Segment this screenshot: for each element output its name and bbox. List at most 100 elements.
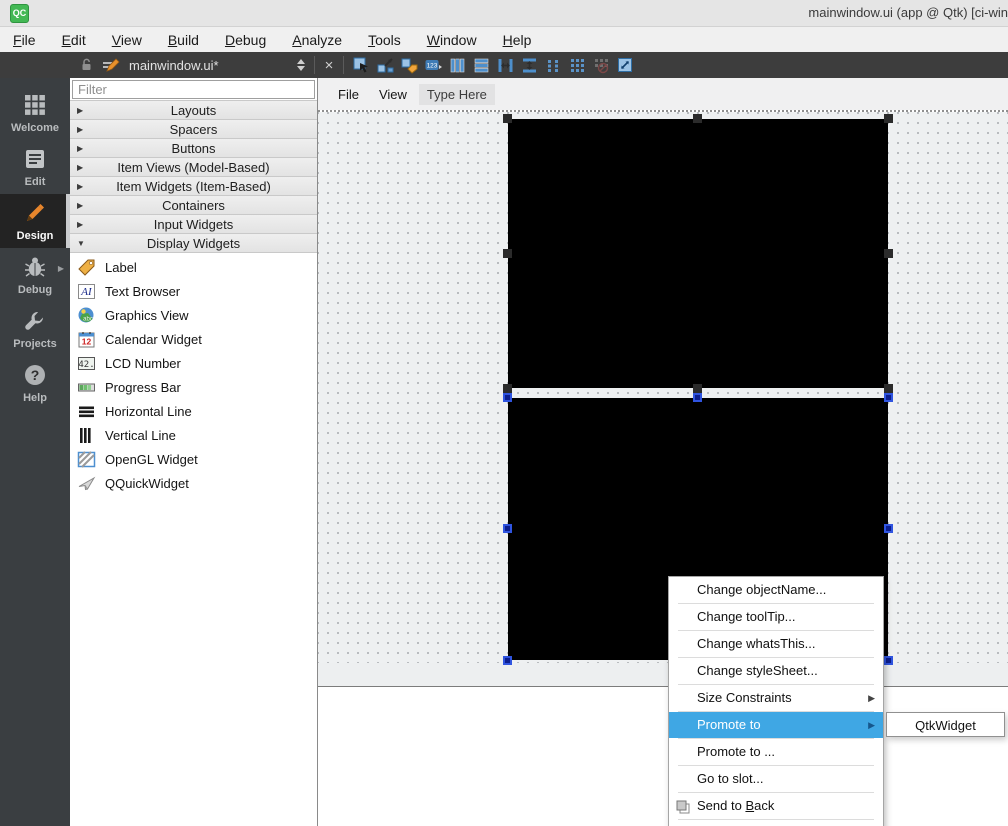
resize-handle[interactable] (884, 249, 893, 258)
adjust-size-icon[interactable] (615, 55, 635, 75)
layout-vertical-icon[interactable] (471, 55, 491, 75)
mode-label: Projects (13, 338, 56, 350)
category-display-widgets[interactable]: ▼Display Widgets (70, 234, 317, 253)
menu-build[interactable]: Build (155, 27, 212, 52)
document-switcher-spinner[interactable] (297, 59, 305, 71)
debug-bug-icon (23, 255, 47, 282)
widget-item-progress-bar[interactable]: Progress Bar (70, 375, 317, 399)
menu-item-promote-to[interactable]: Promote to▶ (669, 712, 883, 738)
qt-creator-window: QC mainwindow.ui (app @ Qtk) [ci-win Fil… (0, 0, 1008, 826)
edit-signals-slots-icon[interactable] (375, 55, 395, 75)
layout-horizontal-splitter-icon[interactable] (495, 55, 515, 75)
resize-handle[interactable] (884, 114, 893, 123)
menu-item-change-tooltip[interactable]: Change toolTip... (669, 604, 883, 630)
svg-text:42.: 42. (78, 360, 94, 370)
category-spacers[interactable]: ▶Spacers (70, 120, 317, 139)
menu-item-size-constraints[interactable]: Size Constraints▶ (669, 685, 883, 711)
graphics-view-icon: abc (77, 306, 96, 325)
resize-handle[interactable] (503, 249, 512, 258)
menu-item-change-whatsthis[interactable]: Change whatsThis... (669, 631, 883, 657)
menu-tools[interactable]: Tools (355, 27, 414, 52)
resize-handle[interactable] (503, 384, 512, 393)
menu-item-change-stylesheet[interactable]: Change styleSheet... (669, 658, 883, 684)
menu-debug[interactable]: Debug (212, 27, 279, 52)
widget-item-calendar[interactable]: 12 Calendar Widget (70, 327, 317, 351)
widget-item-qquickwidget[interactable]: QQuickWidget (70, 471, 317, 495)
form-menu-view[interactable]: View (371, 84, 415, 105)
menu-item-bring-to-front[interactable]: Bring to Front (669, 820, 883, 826)
collapsed-arrow-icon: ▶ (77, 163, 83, 172)
mode-edit[interactable]: Edit (0, 140, 70, 194)
mode-label: Design (17, 230, 54, 242)
layout-horizontal-icon[interactable] (447, 55, 467, 75)
resize-handle[interactable] (503, 393, 512, 402)
mode-design[interactable]: Design (0, 194, 70, 248)
resize-handle[interactable] (693, 114, 702, 123)
resize-handle[interactable] (884, 393, 893, 402)
layout-vertical-splitter-icon[interactable] (519, 55, 539, 75)
collapsed-arrow-icon: ▶ (77, 144, 83, 153)
widget-item-opengl[interactable]: OpenGL Widget (70, 447, 317, 471)
svg-text:12: 12 (82, 336, 92, 346)
menu-item-send-to-back[interactable]: Send to Back (669, 793, 883, 819)
resize-handle[interactable] (693, 393, 702, 402)
break-layout-icon[interactable] (591, 55, 611, 75)
menu-item-go-to-slot[interactable]: Go to slot... (669, 766, 883, 792)
resize-handle[interactable] (884, 384, 893, 393)
collapsed-arrow-icon: ▶ (77, 125, 83, 134)
form-menu-type-here[interactable]: Type Here (419, 84, 495, 105)
open-document-name[interactable]: mainwindow.ui* (129, 58, 297, 73)
resize-handle[interactable] (884, 524, 893, 533)
text-browser-icon: AI (77, 282, 96, 301)
mode-welcome[interactable]: Welcome (0, 86, 70, 140)
category-layouts[interactable]: ▶Layouts (70, 101, 317, 120)
category-buttons[interactable]: ▶Buttons (70, 139, 317, 158)
lcd-icon: 42. (77, 354, 96, 373)
submenu-arrow-icon: ▶ (868, 685, 875, 711)
category-input-widgets[interactable]: ▶Input Widgets (70, 215, 317, 234)
debug-flyout-arrow-icon[interactable]: ▶ (58, 264, 64, 273)
category-item-widgets[interactable]: ▶Item Widgets (Item-Based) (70, 177, 317, 196)
mode-label: Edit (25, 176, 46, 188)
menu-file[interactable]: File (0, 27, 49, 52)
widget-item-text-browser[interactable]: AI Text Browser (70, 279, 317, 303)
widget-item-vertical-line[interactable]: Vertical Line (70, 423, 317, 447)
menu-view[interactable]: View (99, 27, 155, 52)
window-title: mainwindow.ui (app @ Qtk) [ci-win (808, 5, 1008, 20)
menu-item-promote-to-dialog[interactable]: Promote to ... (669, 739, 883, 765)
menu-edit[interactable]: Edit (49, 27, 99, 52)
mode-help[interactable]: ? Help (0, 356, 70, 410)
menu-help[interactable]: Help (490, 27, 545, 52)
promote-to-submenu[interactable]: QtkWidget (886, 712, 1005, 737)
edit-widgets-icon[interactable] (351, 55, 371, 75)
edit-buddies-icon[interactable] (399, 55, 419, 75)
layout-grid-icon[interactable] (567, 55, 587, 75)
resize-handle[interactable] (884, 656, 893, 665)
layout-form-icon[interactable] (543, 55, 563, 75)
resize-handle[interactable] (503, 524, 512, 533)
placeholder-widget-1[interactable] (508, 119, 888, 388)
paper-plane-icon (77, 474, 96, 493)
menu-item-change-objectname[interactable]: Change objectName... (669, 577, 883, 603)
category-containers[interactable]: ▶Containers (70, 196, 317, 215)
mode-debug[interactable]: ▶ Debug (0, 248, 70, 302)
widget-item-horizontal-line[interactable]: Horizontal Line (70, 399, 317, 423)
display-widgets-list: Label AI Text Browser abc Graphics View … (70, 253, 317, 495)
category-item-views[interactable]: ▶Item Views (Model-Based) (70, 158, 317, 177)
resize-handle[interactable] (503, 656, 512, 665)
document-toolbar: mainwindow.ui* × 123 (0, 52, 1008, 78)
collapsed-arrow-icon: ▶ (77, 182, 83, 191)
close-document-button[interactable]: × (320, 57, 338, 74)
resize-handle[interactable] (503, 114, 512, 123)
menu-analyze[interactable]: Analyze (279, 27, 355, 52)
form-menu-file[interactable]: File (330, 84, 367, 105)
progress-bar-icon (77, 378, 96, 397)
menu-window[interactable]: Window (414, 27, 490, 52)
widget-item-lcd-number[interactable]: 42. LCD Number (70, 351, 317, 375)
widget-filter-input[interactable] (72, 80, 315, 99)
edit-tab-order-icon[interactable]: 123 (423, 55, 443, 75)
resize-handle[interactable] (693, 384, 702, 393)
widget-item-label[interactable]: Label (70, 255, 317, 279)
mode-projects[interactable]: Projects (0, 302, 70, 356)
widget-item-graphics-view[interactable]: abc Graphics View (70, 303, 317, 327)
